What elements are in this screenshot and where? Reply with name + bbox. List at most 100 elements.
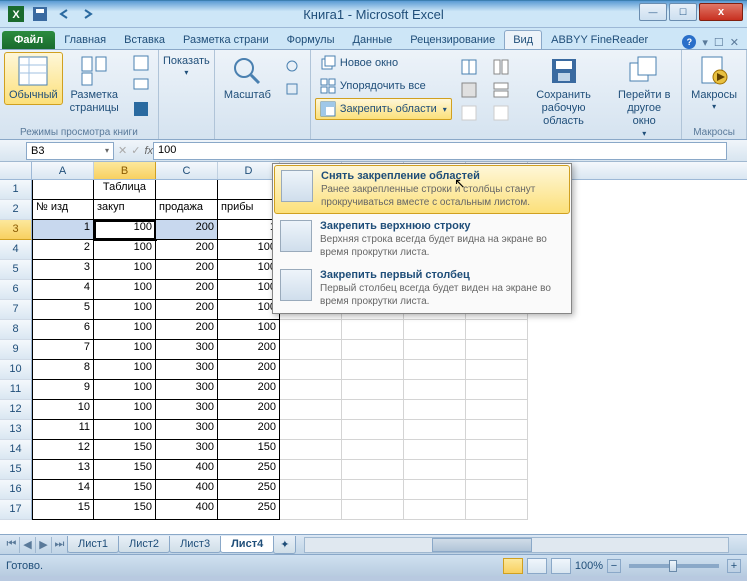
cell[interactable]: 150	[94, 460, 156, 480]
row-header[interactable]: 1	[0, 180, 32, 200]
row-header[interactable]: 17	[0, 500, 32, 520]
tab-data[interactable]: Данные	[344, 30, 402, 49]
row-header[interactable]: 8	[0, 320, 32, 340]
side-by-side-icon[interactable]	[488, 79, 514, 101]
cell[interactable]	[466, 360, 528, 380]
tab-page-layout[interactable]: Разметка страни	[174, 30, 278, 49]
cell[interactable]: 4	[32, 280, 94, 300]
freeze-panes-button[interactable]: Закрепить области▾	[315, 98, 452, 120]
cell[interactable]	[466, 380, 528, 400]
minimize-button[interactable]: —	[639, 3, 667, 21]
cell[interactable]: 400	[156, 460, 218, 480]
cell[interactable]: 150	[94, 500, 156, 520]
cell[interactable]: 200	[156, 300, 218, 320]
cell[interactable]: 200	[218, 360, 280, 380]
cell[interactable]: 15	[32, 500, 94, 520]
scrollbar-thumb[interactable]	[432, 538, 532, 552]
row-header[interactable]: 11	[0, 380, 32, 400]
cell[interactable]: 300	[156, 360, 218, 380]
cell[interactable]: 11	[32, 420, 94, 440]
row-header[interactable]: 6	[0, 280, 32, 300]
row-header[interactable]: 2	[0, 200, 32, 220]
cell[interactable]: 400	[156, 500, 218, 520]
arrange-all-button[interactable]: Упорядочить все	[315, 75, 452, 97]
cell[interactable]	[466, 400, 528, 420]
row-header[interactable]: 16	[0, 480, 32, 500]
hide-icon[interactable]	[456, 79, 482, 101]
cell[interactable]	[280, 420, 342, 440]
show-button[interactable]: Показать ▾	[163, 52, 210, 81]
cell[interactable]: 14	[32, 480, 94, 500]
tab-formulas[interactable]: Формулы	[278, 30, 344, 49]
cell[interactable]: 300	[156, 340, 218, 360]
freeze-first-col-item[interactable]: Закрепить первый столбец Первый столбец …	[273, 264, 571, 313]
normal-view-status-icon[interactable]	[503, 558, 523, 574]
cell[interactable]: 100	[94, 260, 156, 280]
fullscreen-icon[interactable]	[128, 98, 154, 120]
sheet-tab[interactable]: Лист1	[67, 536, 119, 553]
unhide-icon[interactable]	[456, 102, 482, 124]
cell[interactable]	[342, 440, 404, 460]
cell[interactable]	[32, 180, 94, 200]
cell[interactable]: 8	[32, 360, 94, 380]
cell[interactable]	[404, 480, 466, 500]
cell[interactable]: 300	[156, 380, 218, 400]
cell[interactable]: 100	[218, 320, 280, 340]
cell[interactable]: 1	[218, 220, 280, 240]
zoom-selection-icon[interactable]	[280, 79, 306, 101]
sheet-tab[interactable]: Лист2	[118, 536, 170, 553]
cell[interactable]: 100	[94, 300, 156, 320]
cell[interactable]: 250	[218, 460, 280, 480]
save-workspace-button[interactable]: Сохранить рабочую область	[518, 52, 609, 132]
col-header[interactable]: D	[218, 162, 280, 179]
row-header[interactable]: 9	[0, 340, 32, 360]
cell[interactable]	[404, 360, 466, 380]
cell[interactable]: 100	[218, 280, 280, 300]
cell[interactable]: продажа	[156, 200, 218, 220]
freeze-top-row-item[interactable]: Закрепить верхнюю строку Верхняя строка …	[273, 215, 571, 264]
cell[interactable]: 150	[218, 440, 280, 460]
cell[interactable]	[280, 360, 342, 380]
sync-scroll-icon[interactable]	[488, 56, 514, 78]
reset-position-icon[interactable]	[488, 102, 514, 124]
page-layout-button[interactable]: Разметка страницы	[65, 52, 124, 118]
tab-insert[interactable]: Вставка	[115, 30, 174, 49]
close-button[interactable]: x	[699, 3, 743, 21]
new-window-button[interactable]: Новое окно	[315, 52, 452, 74]
cell[interactable]: 10	[32, 400, 94, 420]
cell[interactable]	[404, 380, 466, 400]
cell[interactable]	[404, 400, 466, 420]
zoom-out-button[interactable]: −	[607, 559, 621, 573]
cell[interactable]: 100	[94, 360, 156, 380]
tab-view[interactable]: Вид	[504, 30, 542, 49]
new-sheet-icon[interactable]: ✦	[273, 536, 296, 554]
cell[interactable]	[342, 480, 404, 500]
cell[interactable]: 100	[94, 380, 156, 400]
cell[interactable]: 5	[32, 300, 94, 320]
cell[interactable]: 300	[156, 400, 218, 420]
cell[interactable]	[218, 180, 280, 200]
zoom-in-button[interactable]: +	[727, 559, 741, 573]
cell[interactable]: 3	[32, 260, 94, 280]
cell[interactable]	[466, 320, 528, 340]
cell[interactable]: 200	[156, 320, 218, 340]
cell[interactable]	[404, 440, 466, 460]
cell[interactable]	[342, 500, 404, 520]
row-header[interactable]: 15	[0, 460, 32, 480]
row-header[interactable]: 12	[0, 400, 32, 420]
cell[interactable]	[342, 320, 404, 340]
sheet-tab[interactable]: Лист3	[169, 536, 221, 553]
prev-sheet-icon[interactable]: ◀	[20, 537, 36, 553]
cell[interactable]: 7	[32, 340, 94, 360]
split-icon[interactable]	[456, 56, 482, 78]
cell[interactable]	[404, 320, 466, 340]
last-sheet-icon[interactable]: ⏭	[52, 537, 68, 553]
cell[interactable]: 200	[156, 220, 218, 240]
file-tab[interactable]: Файл	[2, 31, 55, 49]
page-layout-status-icon[interactable]	[527, 558, 547, 574]
horizontal-scrollbar[interactable]	[304, 537, 729, 553]
cell[interactable]	[466, 420, 528, 440]
cell[interactable]: 9	[32, 380, 94, 400]
cell[interactable]: 100	[94, 420, 156, 440]
doc-restore-icon[interactable]: ☐	[714, 36, 724, 49]
